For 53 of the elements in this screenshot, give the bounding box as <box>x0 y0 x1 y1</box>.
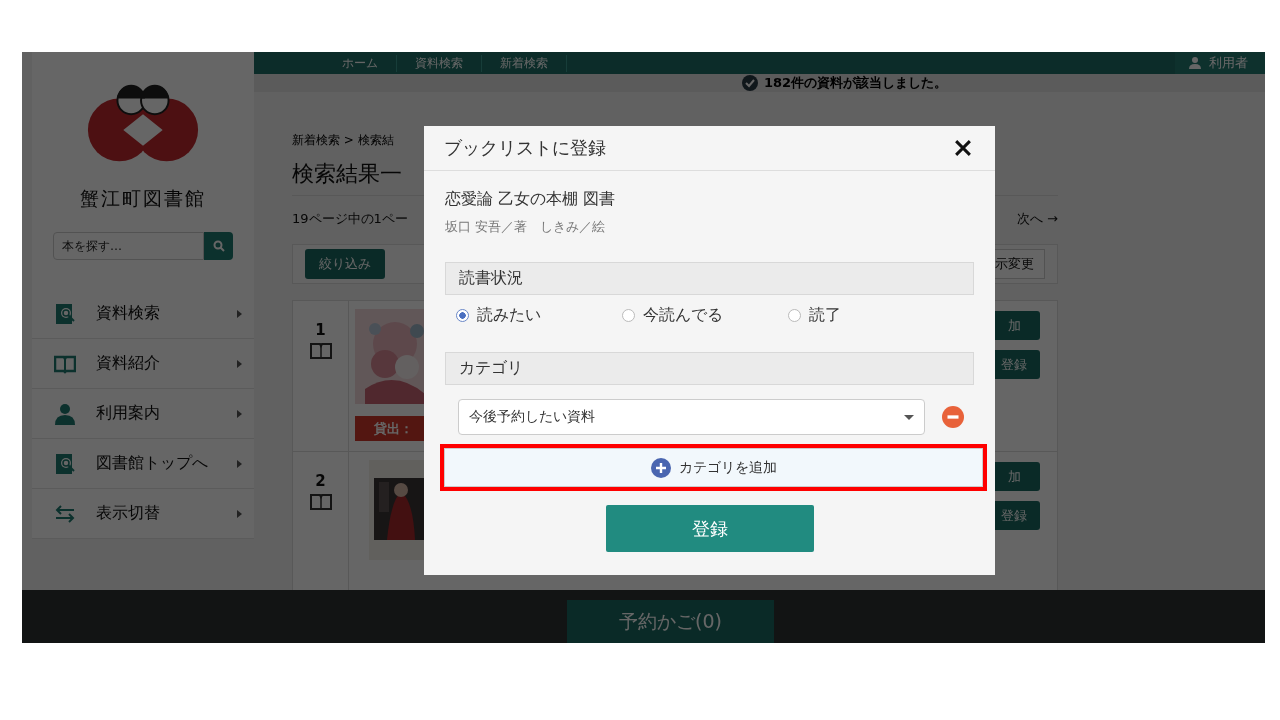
user-icon <box>1189 57 1201 69</box>
result-number: 2 <box>315 472 326 490</box>
library-name: 蟹江町図書館 <box>80 186 206 211</box>
menu-item[interactable]: 資料紹介 <box>32 339 254 389</box>
notice-text: 182件の資料が該当しました。 <box>764 74 948 92</box>
book-authors: 坂口 安吾／著 しきみ／絵 <box>445 218 607 236</box>
remove-icon[interactable] <box>942 406 964 428</box>
category-dropdown[interactable]: 今後予約したい資料 <box>458 399 925 435</box>
radio-option[interactable]: 読了 <box>788 305 954 326</box>
search-field[interactable]: 本を探す… <box>53 232 204 260</box>
radio-option[interactable]: 読みたい <box>456 305 622 326</box>
add-category-button[interactable]: カテゴリを追加 <box>444 448 983 487</box>
page-heading: 検索結果一 <box>292 160 403 188</box>
menu-item[interactable]: 図書館トップへ <box>32 439 254 489</box>
menu-item[interactable]: 利用案内 <box>32 389 254 439</box>
radio-option[interactable]: 今読んでる <box>622 305 788 326</box>
caret-icon <box>237 309 242 318</box>
filter-button[interactable]: 絞り込み <box>305 249 385 279</box>
caret-icon <box>237 509 242 518</box>
book-title: 恋愛論 乙女の本棚 図書 <box>445 189 617 210</box>
document-search-icon <box>54 302 76 325</box>
register-button[interactable]: 登録 <box>605 505 814 552</box>
menu-item[interactable]: 表示切替 <box>32 489 254 539</box>
result-number: 1 <box>315 321 326 339</box>
nav-link[interactable]: 資料検索 <box>397 54 482 72</box>
nav-link[interactable]: 新着検索 <box>482 54 567 72</box>
caret-icon <box>904 414 914 420</box>
check-circle-icon <box>742 75 758 91</box>
radio-button[interactable] <box>456 309 469 322</box>
search-icon <box>212 240 225 252</box>
radio-button[interactable] <box>622 309 635 322</box>
section-header: カテゴリ <box>445 352 974 385</box>
page-info: 19ページ中の1ペー <box>292 210 408 228</box>
caret-icon <box>237 459 242 468</box>
section-header: 読書状況 <box>445 262 974 295</box>
menu-item[interactable]: 資料検索 <box>32 289 254 339</box>
document-search-icon <box>54 452 76 475</box>
cart-button[interactable]: 予約かご(0) <box>567 600 774 643</box>
nav-link[interactable]: ホーム <box>324 54 397 72</box>
radio-button[interactable] <box>788 309 801 322</box>
book-icon <box>309 343 332 359</box>
user-menu[interactable]: 利用者 <box>1175 52 1265 74</box>
plus-circle-icon <box>650 457 671 478</box>
book-icon <box>309 494 332 510</box>
close-icon[interactable] <box>955 140 971 156</box>
next-link[interactable]: 次へ → <box>1016 210 1058 228</box>
swap-arrows-icon <box>54 502 76 525</box>
user-icon <box>54 402 76 425</box>
caret-icon <box>237 359 242 368</box>
search-button[interactable] <box>204 232 233 260</box>
dialog-title: ブックリストに登録 <box>444 136 606 160</box>
breadcrumb: 新着検索 > 検索結 <box>292 132 394 149</box>
caret-icon <box>237 409 242 418</box>
